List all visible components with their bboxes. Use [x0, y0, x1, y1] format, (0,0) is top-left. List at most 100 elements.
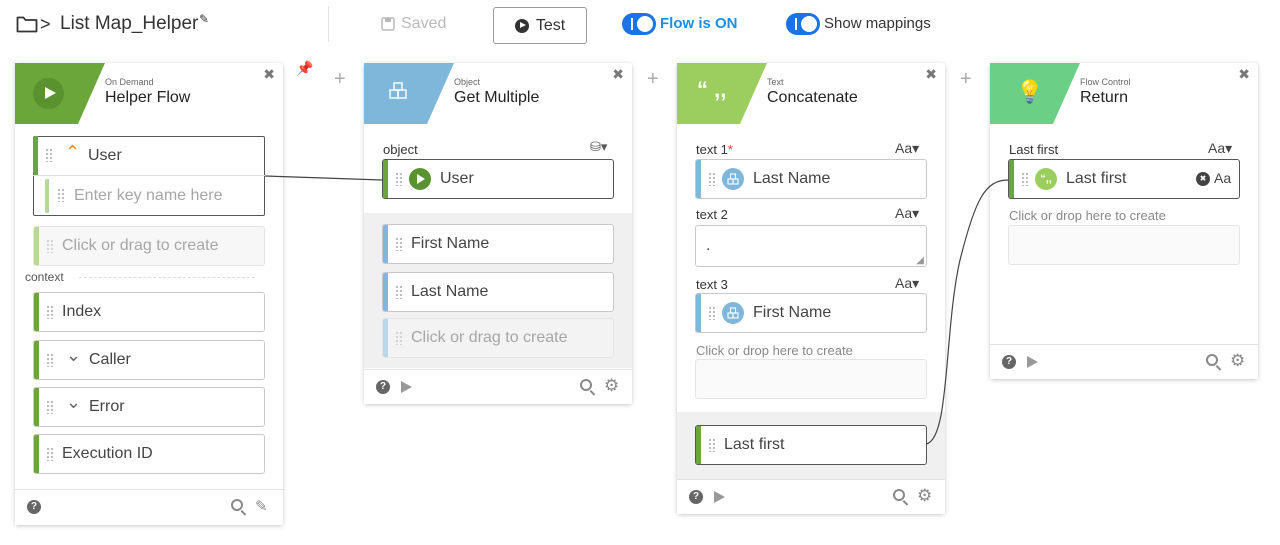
output-last-first[interactable]: Last first: [695, 425, 927, 465]
field-bar: [34, 435, 39, 473]
card-category: Object: [454, 77, 481, 87]
chevron-down-icon[interactable]: ⌄: [66, 392, 81, 413]
field-bar: [34, 293, 39, 331]
context-item-error[interactable]: ⌄ Error: [33, 387, 265, 427]
input-user[interactable]: ⌃ User: [33, 136, 265, 176]
pencil-icon[interactable]: ✎: [255, 497, 268, 515]
run-icon[interactable]: [1027, 356, 1038, 368]
run-icon[interactable]: [714, 491, 725, 503]
context-item-execution-id[interactable]: Execution ID: [33, 434, 265, 474]
field-label: Index: [62, 303, 102, 320]
saved-label: Saved: [401, 15, 447, 32]
drop-zone[interactable]: [695, 359, 927, 399]
add-step-button[interactable]: +: [960, 68, 972, 91]
save-icon: [381, 17, 395, 31]
type-menu[interactable]: Aa▾: [895, 275, 919, 292]
test-label: Test: [535, 16, 566, 34]
clear-icon[interactable]: ✖: [1196, 172, 1210, 186]
drop-hint: Click or drop here to create: [1009, 208, 1166, 223]
create-input-placeholder[interactable]: Click or drag to create: [33, 226, 265, 266]
run-icon[interactable]: [401, 381, 412, 393]
text2-textarea[interactable]: . ◢: [695, 225, 927, 267]
context-item-caller[interactable]: ⌄ Caller: [33, 340, 265, 380]
card-name: Get Multiple: [454, 89, 540, 106]
output-last-name[interactable]: Last Name: [382, 272, 614, 312]
drag-handle-icon[interactable]: [708, 306, 715, 320]
pin-icon[interactable]: 📌: [296, 60, 313, 77]
flow-title[interactable]: List Map_Helper: [60, 13, 198, 35]
drag-handle-icon[interactable]: [46, 239, 53, 253]
show-mappings-toggle[interactable]: [786, 13, 820, 35]
caret-up-icon[interactable]: ⌃: [65, 142, 80, 163]
drag-handle-icon[interactable]: [395, 331, 402, 345]
field-value: Last first: [1066, 170, 1127, 187]
gear-icon[interactable]: ⚙: [604, 376, 619, 396]
create-output-placeholder[interactable]: Click or drag to create: [382, 318, 614, 358]
type-menu[interactable]: Aa▾: [1208, 140, 1232, 157]
field-value: .: [706, 237, 711, 254]
object-input[interactable]: User: [382, 159, 614, 199]
card-category: Flow Control: [1080, 77, 1131, 87]
search-icon[interactable]: [893, 489, 905, 501]
folder-icon[interactable]: [16, 14, 38, 34]
return-input[interactable]: “,, Last first ✖ Aa: [1008, 159, 1240, 199]
help-icon[interactable]: ?: [27, 500, 41, 514]
key-name-input[interactable]: Enter key name here: [45, 177, 264, 215]
card-name: Helper Flow: [105, 89, 191, 106]
type-menu[interactable]: Aa▾: [895, 140, 919, 157]
drag-handle-icon[interactable]: [708, 172, 715, 186]
field-label: User: [88, 146, 122, 164]
context-item-index[interactable]: Index: [33, 292, 265, 332]
drag-handle-icon[interactable]: [395, 285, 402, 299]
type-menu[interactable]: Aa▾: [895, 205, 919, 222]
drag-handle-icon[interactable]: [1021, 172, 1028, 186]
type-toggle[interactable]: Aa: [1214, 170, 1231, 186]
drag-handle-icon[interactable]: [45, 148, 52, 162]
drag-handle-icon[interactable]: [395, 237, 402, 251]
card-header: Object Get Multiple ✖: [364, 63, 632, 124]
field-bar: [34, 388, 39, 426]
close-icon[interactable]: ✖: [1238, 66, 1250, 83]
resize-handle-icon[interactable]: ◢: [916, 255, 924, 266]
edit-title-icon[interactable]: ✎: [199, 12, 209, 26]
database-menu-icon[interactable]: ⛁▾: [590, 139, 607, 155]
search-icon[interactable]: [580, 379, 592, 391]
cubes-icon: [722, 168, 744, 190]
close-icon[interactable]: ✖: [925, 66, 937, 83]
chevron-down-icon[interactable]: ⌄: [66, 345, 81, 366]
add-step-button[interactable]: +: [334, 68, 346, 91]
help-icon[interactable]: ?: [689, 490, 703, 504]
drag-handle-icon[interactable]: [46, 305, 53, 319]
close-icon[interactable]: ✖: [263, 66, 275, 83]
text3-input[interactable]: First Name: [695, 293, 927, 333]
field-bar: [696, 294, 701, 332]
drag-handle-icon[interactable]: [46, 400, 53, 414]
drag-handle-icon[interactable]: [708, 438, 715, 452]
close-icon[interactable]: ✖: [612, 66, 624, 83]
flow-on-toggle[interactable]: [622, 13, 656, 35]
test-button[interactable]: Test: [493, 7, 587, 44]
field-bar: [1009, 160, 1014, 198]
search-icon[interactable]: [1206, 354, 1218, 366]
play-circle-icon: [514, 18, 529, 33]
context-divider: [79, 277, 255, 278]
drag-handle-icon[interactable]: [46, 353, 53, 367]
help-icon[interactable]: ?: [376, 380, 390, 394]
gear-icon[interactable]: ⚙: [1230, 351, 1245, 371]
gear-icon[interactable]: ⚙: [917, 486, 932, 506]
search-icon[interactable]: [231, 499, 243, 511]
helper-flow-card: On Demand Helper Flow ✖ ⌃ User Enter key…: [15, 63, 283, 525]
field-label: Last first: [1009, 142, 1059, 157]
return-card: 💡 Flow Control Return ✖ Last first Aa▾ “…: [990, 63, 1258, 379]
add-step-button[interactable]: +: [647, 68, 659, 91]
drag-handle-icon[interactable]: [46, 447, 53, 461]
text1-input[interactable]: Last Name: [695, 159, 927, 199]
drag-handle-icon[interactable]: [57, 188, 64, 202]
field-value: User: [440, 170, 474, 187]
output-first-name[interactable]: First Name: [382, 224, 614, 264]
card-header: On Demand Helper Flow ✖: [15, 63, 283, 124]
help-icon[interactable]: ?: [1002, 355, 1016, 369]
top-bar: > List Map_Helper ✎ Saved Test Flow is O…: [0, 0, 1280, 52]
drop-zone[interactable]: [1008, 225, 1240, 265]
drag-handle-icon[interactable]: [395, 172, 402, 186]
